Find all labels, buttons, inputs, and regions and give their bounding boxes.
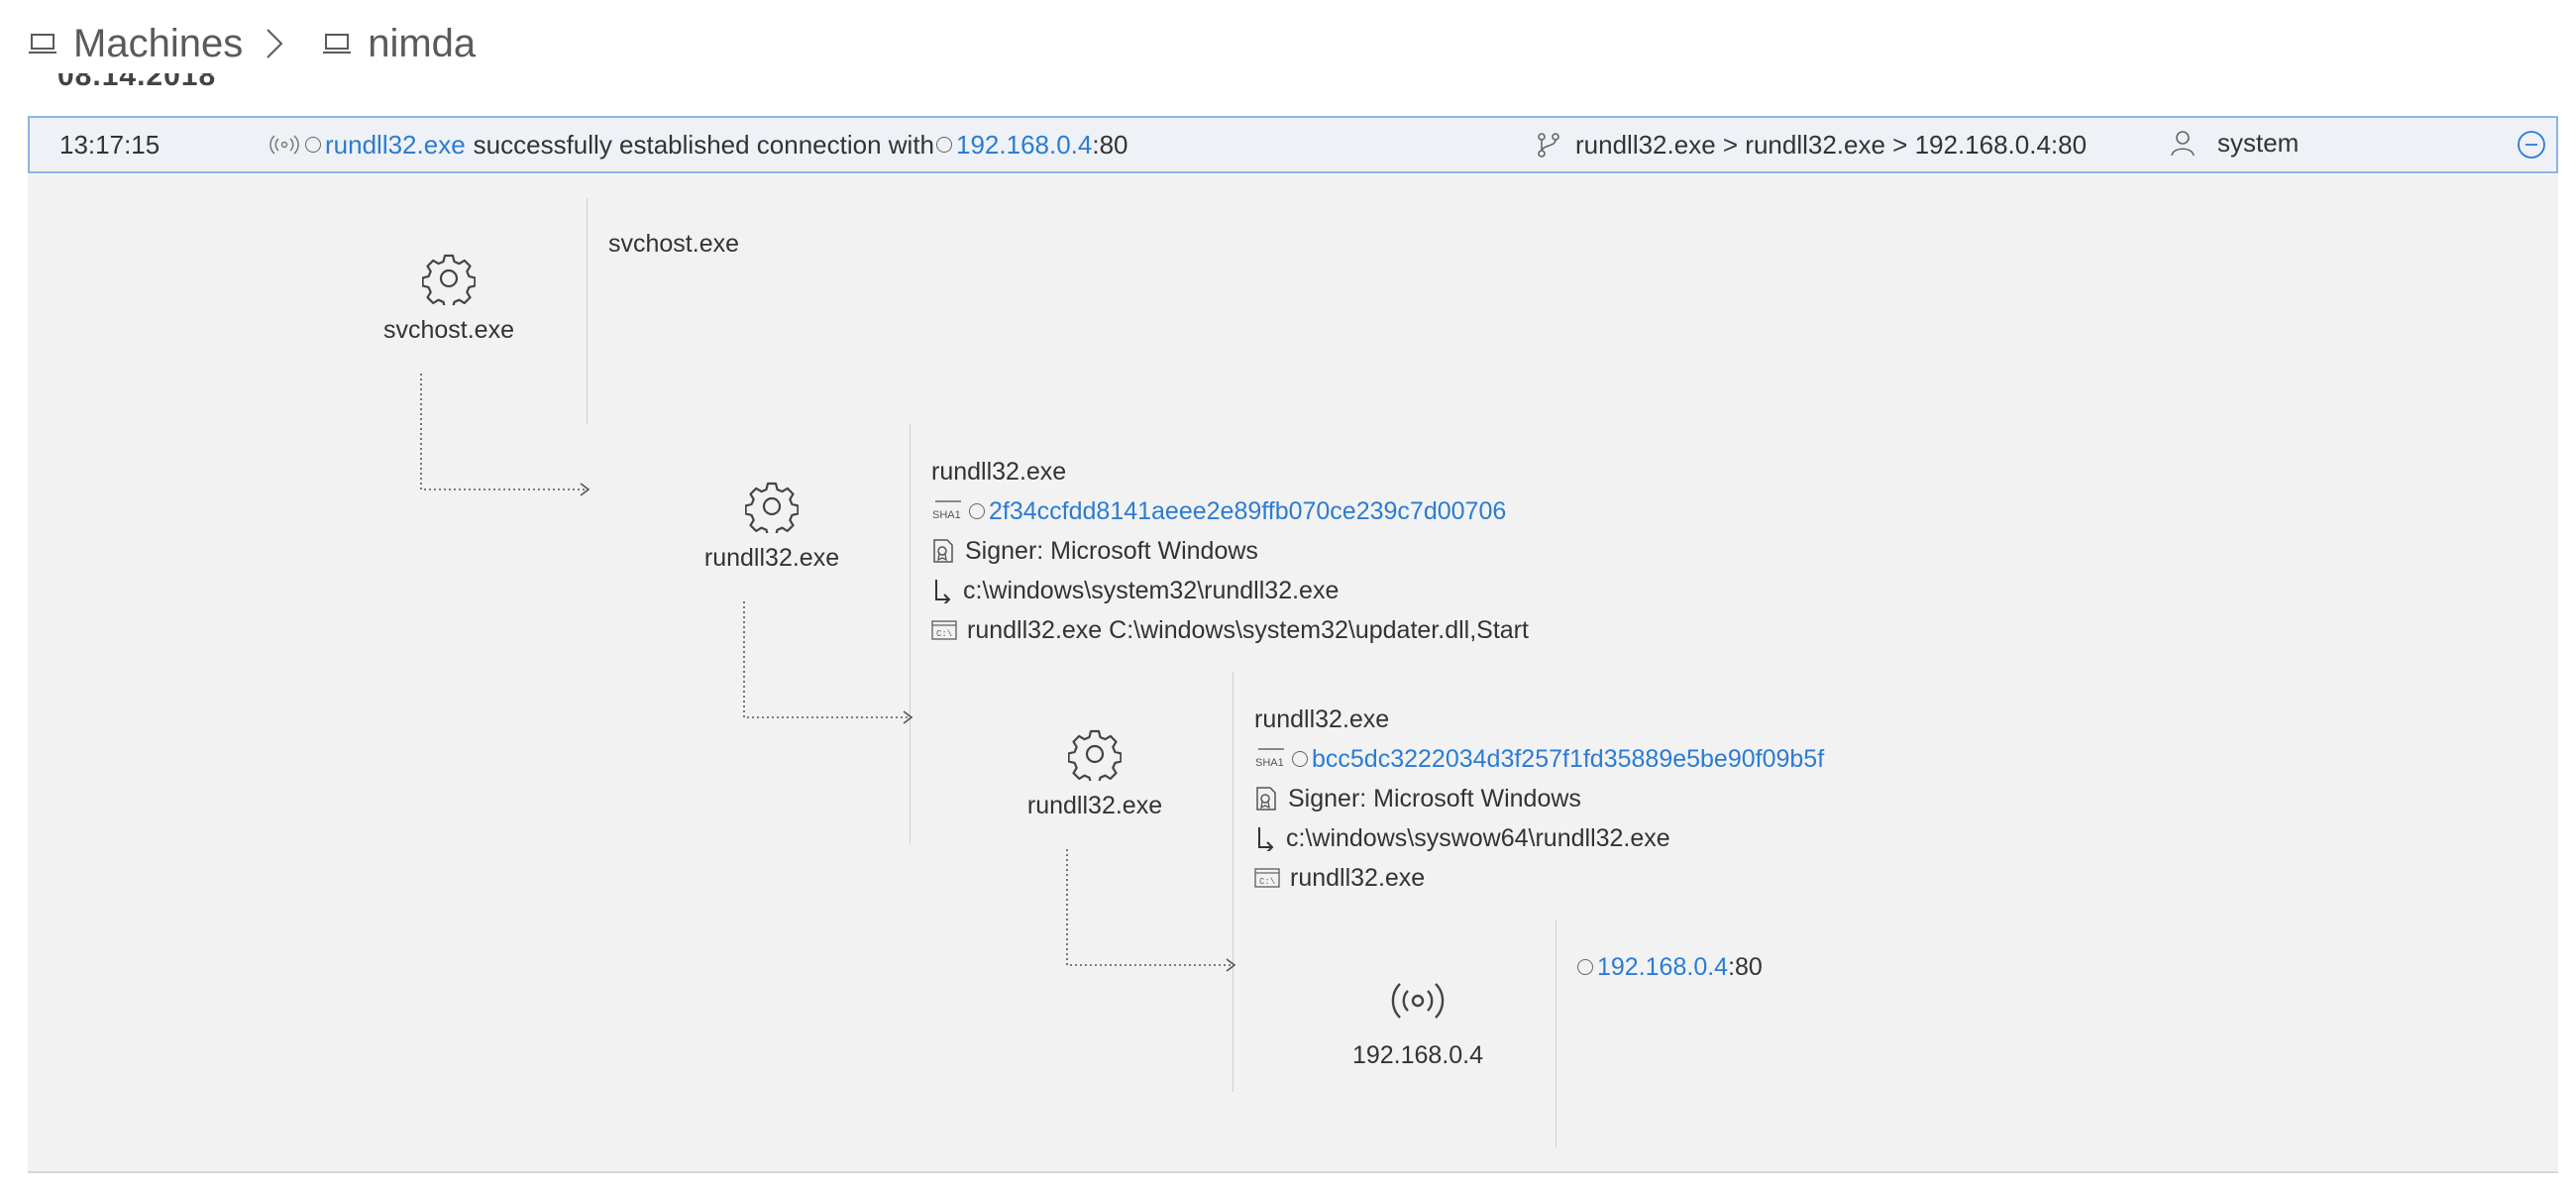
timeline-event-row[interactable]: 13:17:15 rundll32.exe successfully estab…: [28, 116, 2558, 173]
chevron-right-icon: [265, 27, 300, 60]
event-port: :80: [1092, 129, 1128, 160]
broadcast-icon: [1391, 983, 1445, 1019]
details-signer-row: Signer: Microsoft Windows: [1254, 779, 1824, 818]
sha1-icon: SHA1: [1255, 748, 1284, 769]
details-cmdline-row: C:\ rundll32.exe C:\windows\system32\upd…: [931, 610, 1529, 650]
tree-connector: [420, 374, 590, 496]
sha1-icon: SHA1: [932, 500, 961, 521]
details-port: :80: [1728, 953, 1763, 981]
folder-path-icon: [935, 580, 951, 603]
details-sha1-row: SHA1 2f34ccfdd8141aeee2e89ffb070ce239c7d…: [931, 491, 1529, 531]
event-action-text: successfully established connection with: [473, 129, 935, 160]
laptop-icon: [29, 34, 56, 54]
details-sha1-link[interactable]: bcc5dc3222034d3f257f1fd35889e5be90f09b5f: [1312, 739, 1824, 779]
date-group-label: 08.14.2018: [57, 73, 217, 92]
branch-icon: [1538, 133, 1559, 158]
breadcrumb-machine-label[interactable]: nimda: [368, 22, 476, 66]
certificate-icon: [1256, 787, 1276, 811]
tree-node-rundll32-child[interactable]: rundll32.exe: [971, 727, 1219, 820]
event-process-link[interactable]: rundll32.exe: [325, 130, 466, 161]
command-line-icon: C:\: [1254, 868, 1280, 888]
ip-indicator-icon: [1577, 959, 1593, 975]
folder-path-icon: [1258, 827, 1274, 851]
network-signal-icon: [269, 135, 299, 155]
details-name: svchost.exe: [608, 230, 740, 258]
event-user: system: [2170, 116, 2299, 169]
gear-icon: [421, 254, 477, 309]
tree-node-label: rundll32.exe: [703, 544, 840, 572]
event-process-chain: rundll32.exe > rundll32.exe > 192.168.0.…: [1536, 118, 2087, 171]
details-cmdline-row: C:\ rundll32.exe: [1254, 858, 1824, 898]
tree-connector: [743, 601, 913, 724]
event-ip-link[interactable]: 192.168.0.4: [956, 130, 1092, 161]
event-user-label: system: [2217, 127, 2300, 158]
breadcrumb: Machines nimda: [28, 14, 476, 73]
tree-node-rundll32-parent[interactable]: rundll32.exe: [648, 480, 896, 573]
breadcrumb-machine[interactable]: nimda: [322, 22, 476, 66]
tree-node-details-svchost: svchost.exe: [608, 224, 739, 264]
laptop-icon: [323, 34, 352, 54]
details-sha1-link[interactable]: 2f34ccfdd8141aeee2e89ffb070ce239c7d00706: [989, 491, 1506, 531]
details-cmdline: rundll32.exe: [1290, 864, 1426, 892]
details-path: c:\windows\syswow64\rundll32.exe: [1286, 824, 1670, 852]
details-sha1-row: SHA1 bcc5dc3222034d3f257f1fd35889e5be90f…: [1254, 739, 1824, 779]
minus-circle-icon[interactable]: [2517, 130, 2546, 160]
gear-icon: [744, 482, 800, 537]
gear-icon: [1067, 729, 1123, 785]
breadcrumb-machines[interactable]: Machines: [28, 22, 243, 66]
tree-node-svchost[interactable]: svchost.exe: [325, 252, 573, 345]
details-signer: Signer: Microsoft Windows: [1288, 785, 1581, 812]
collapse-button[interactable]: [2517, 118, 2546, 171]
tree-node-label: svchost.exe: [382, 316, 514, 344]
tree-node-label: rundll32.exe: [1026, 792, 1163, 819]
hash-indicator-icon: [969, 503, 985, 519]
breadcrumb-machines-label[interactable]: Machines: [73, 22, 243, 66]
certificate-icon: [933, 539, 953, 563]
details-path-row: c:\windows\syswow64\rundll32.exe: [1254, 818, 1824, 858]
ip-indicator-icon: [936, 137, 953, 153]
process-tree-panel: svchost.exe svchost.exe rundll32.exe run…: [28, 174, 2558, 1173]
tree-node-ip[interactable]: 192.168.0.4: [1294, 979, 1542, 1070]
details-signer: Signer: Microsoft Windows: [965, 537, 1258, 565]
event-time: 13:17:15: [59, 129, 161, 160]
tree-node-details-rundll32-child: rundll32.exe SHA1 bcc5dc3222034d3f257f1f…: [1254, 700, 1824, 898]
details-name: rundll32.exe: [931, 458, 1067, 486]
details-ip-link[interactable]: 192.168.0.4: [1597, 947, 1728, 987]
details-name: rundll32.exe: [1254, 705, 1390, 733]
event-description: rundll32.exe successfully established co…: [269, 118, 1128, 171]
details-cmdline: rundll32.exe C:\windows\system32\updater…: [967, 616, 1529, 644]
command-line-icon: C:\: [931, 620, 957, 640]
tree-node-label: 192.168.0.4: [1351, 1041, 1484, 1069]
details-path: c:\windows\system32\rundll32.exe: [963, 577, 1340, 604]
svg-text:SHA1: SHA1: [932, 509, 961, 521]
svg-text:C:\: C:\: [1259, 877, 1275, 887]
tree-connector: [1066, 849, 1236, 972]
tree-node-details-rundll32-parent: rundll32.exe SHA1 2f34ccfdd8141aeee2e89f…: [931, 452, 1529, 650]
event-chain-text: rundll32.exe > rundll32.exe > 192.168.0.…: [1575, 129, 2088, 160]
details-path-row: c:\windows\system32\rundll32.exe: [931, 571, 1529, 610]
hash-indicator-icon: [1292, 751, 1308, 767]
user-icon: [2171, 131, 2195, 157]
details-signer-row: Signer: Microsoft Windows: [931, 531, 1529, 571]
svg-text:SHA1: SHA1: [1255, 757, 1284, 769]
tree-node-details-ip: 192.168.0.4 :80: [1575, 947, 1763, 987]
details-ip-row: 192.168.0.4 :80: [1575, 947, 1763, 987]
process-indicator-icon: [305, 137, 321, 153]
date-group-header: 08.14.2018: [57, 73, 355, 95]
svg-text:C:\: C:\: [936, 629, 952, 639]
